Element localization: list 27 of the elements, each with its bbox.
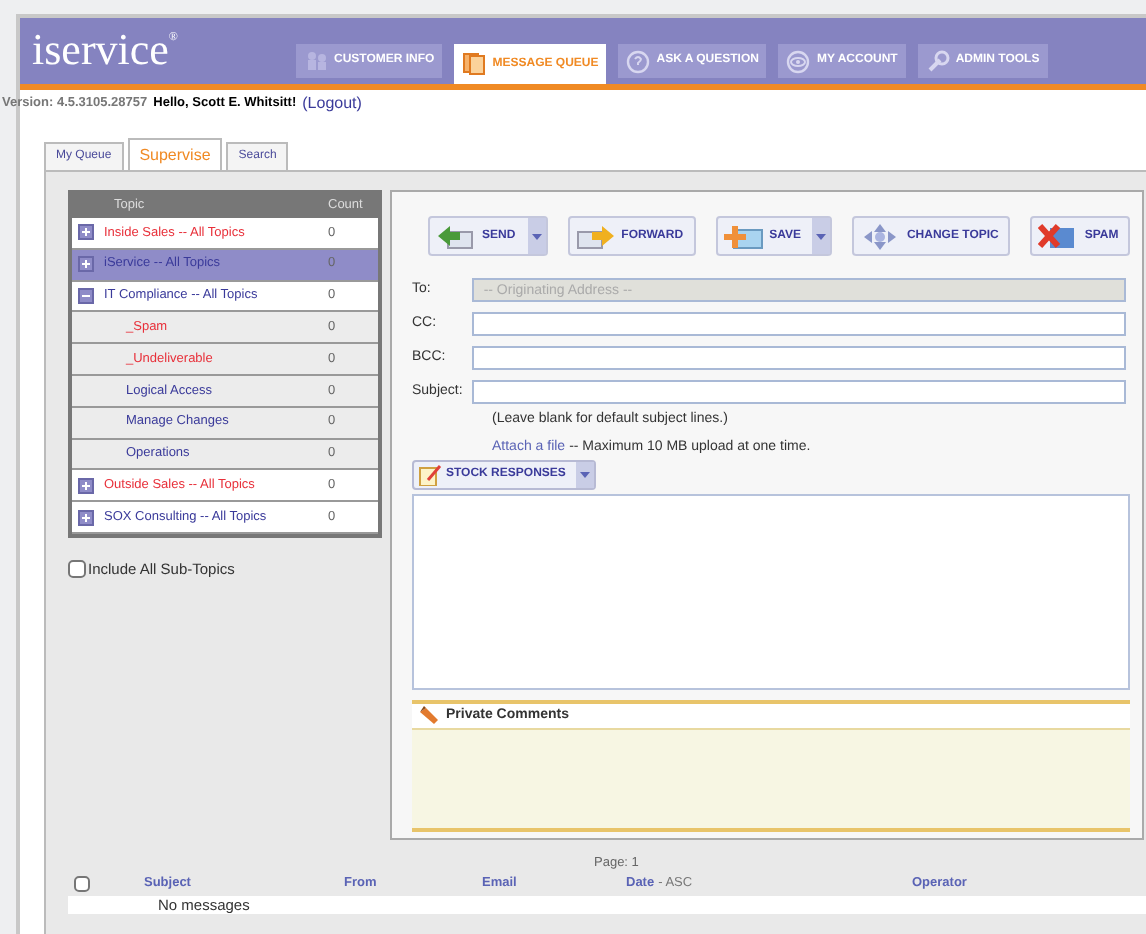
expand-icon[interactable] (78, 256, 94, 273)
envelope-arrow-icon (436, 223, 476, 249)
include-subtopics-checkbox[interactable] (68, 560, 86, 579)
envelope-arrow-icon (575, 223, 616, 249)
select-all-checkbox[interactable] (74, 875, 90, 892)
question-icon (626, 49, 651, 73)
collapse-icon[interactable] (78, 287, 94, 304)
notepad-icon (418, 464, 442, 486)
message-body-field[interactable] (412, 494, 1130, 690)
input-field[interactable] (471, 346, 1126, 370)
dropdown-caret-icon[interactable] (575, 462, 594, 488)
expand-icon[interactable] (78, 224, 94, 241)
logout-link[interactable]: (Logout) (302, 92, 362, 116)
people-icon (304, 49, 328, 73)
input-field[interactable] (471, 380, 1126, 404)
cross-icon (1038, 223, 1079, 249)
eye-icon (786, 49, 811, 73)
document-icon (462, 52, 487, 76)
folder-plus-icon (723, 223, 764, 249)
logo: iservice (32, 26, 169, 74)
expand-icon[interactable] (78, 477, 94, 494)
pencil-icon (418, 706, 440, 726)
expand-icon[interactable] (78, 509, 94, 526)
dropdown-caret-icon[interactable] (527, 218, 546, 254)
four-arrows-icon (860, 223, 901, 249)
dropdown-caret-icon[interactable] (812, 218, 831, 254)
input-field[interactable] (471, 312, 1126, 336)
